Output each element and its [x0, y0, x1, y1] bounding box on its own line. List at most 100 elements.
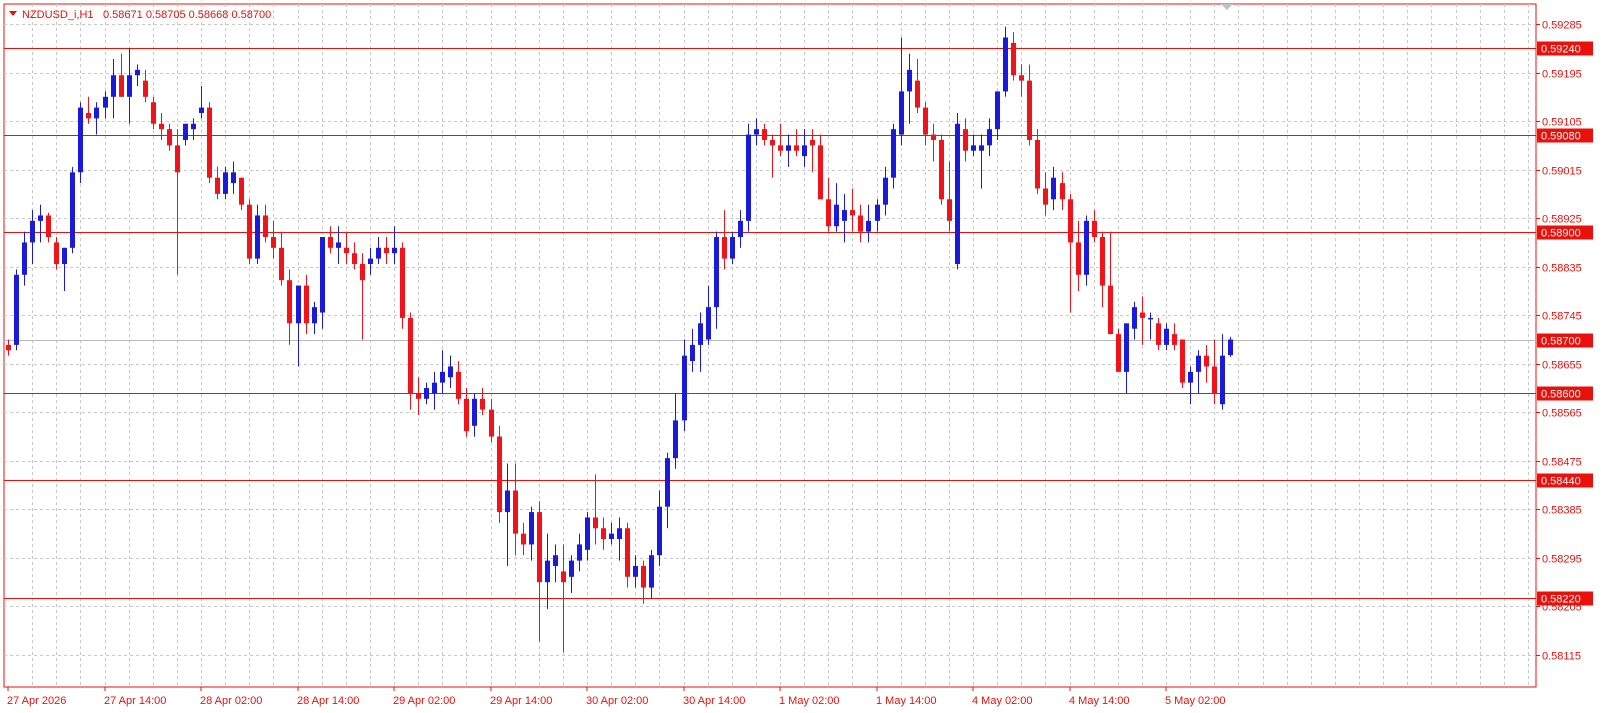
- time-tick-label: 1 May 14:00: [876, 695, 937, 707]
- candle: [633, 555, 638, 588]
- level-label: 0.59080: [1541, 131, 1581, 143]
- candle-body: [802, 145, 807, 157]
- candle-body: [770, 139, 775, 146]
- candle-body: [175, 145, 180, 173]
- candle-body: [883, 177, 888, 205]
- candle-body: [939, 139, 944, 200]
- candle-body: [30, 220, 35, 243]
- candle-body: [344, 247, 349, 254]
- candle: [143, 69, 148, 103]
- candle-body: [569, 560, 574, 577]
- candle-body: [1116, 334, 1121, 372]
- candle-body: [448, 366, 453, 378]
- price-chart[interactable]: 0.59285 0.59195 0.59105 0.59015 0.58925 0.588…: [0, 0, 1601, 713]
- candle-body: [730, 237, 735, 259]
- current-price-label: 0.58700: [1541, 336, 1581, 348]
- candle: [875, 199, 880, 232]
- time-tick-label: 4 May 02:00: [972, 695, 1033, 707]
- candle: [111, 59, 116, 119]
- candle-body: [400, 247, 405, 318]
- candle-body: [1092, 220, 1097, 238]
- candle-body: [601, 528, 606, 540]
- time-tick-label: 30 Apr 02:00: [586, 695, 648, 707]
- candle-body: [38, 215, 43, 221]
- candle-body: [1019, 75, 1024, 81]
- candle: [1148, 312, 1153, 340]
- candle: [167, 123, 172, 151]
- chart-shift-marker-icon[interactable]: [1221, 4, 1233, 10]
- candle: [22, 231, 27, 286]
- candle: [1043, 172, 1048, 216]
- candle-body: [127, 75, 132, 97]
- candle-body: [706, 307, 711, 340]
- candle-body: [722, 237, 727, 259]
- candle: [569, 555, 574, 593]
- candle: [231, 161, 236, 194]
- candle-body: [521, 533, 526, 545]
- candle-body: [818, 145, 823, 200]
- time-tick-label: 29 Apr 02:00: [393, 695, 455, 707]
- candle: [641, 560, 646, 604]
- candle-body: [1220, 355, 1225, 405]
- candle-body: [931, 134, 936, 140]
- candle-body: [207, 107, 212, 178]
- candle-body: [826, 199, 831, 227]
- candle: [263, 204, 268, 243]
- candle: [730, 231, 735, 264]
- candle: [472, 393, 477, 437]
- candle-body: [143, 80, 148, 97]
- candle-body: [231, 172, 236, 184]
- candle-body: [54, 242, 59, 264]
- candle-body: [6, 344, 11, 351]
- candle: [625, 522, 630, 588]
- candle-body: [947, 199, 952, 221]
- candle-body: [1188, 371, 1193, 383]
- candle: [1124, 323, 1129, 394]
- dropdown-triangle-icon[interactable]: [9, 11, 17, 16]
- price-tick-label: 0.59195: [1542, 69, 1582, 81]
- candle-body: [995, 91, 1000, 130]
- horizontal-levels[interactable]: [4, 48, 1536, 599]
- candle: [931, 123, 936, 162]
- candle: [46, 212, 51, 243]
- candle: [585, 512, 590, 561]
- candle-body: [875, 204, 880, 221]
- candle: [352, 242, 357, 270]
- candle: [279, 231, 284, 286]
- candle: [304, 274, 309, 335]
- candle-body: [746, 134, 751, 221]
- candle-body: [529, 512, 534, 545]
- candle-body: [1100, 237, 1105, 286]
- candle-body: [593, 517, 598, 529]
- candle-body: [915, 80, 920, 108]
- candle: [521, 522, 526, 556]
- candle: [1084, 215, 1089, 286]
- candle: [1196, 350, 1201, 394]
- candle-body: [46, 215, 51, 238]
- price-tick-label: 0.58745: [1542, 311, 1582, 323]
- candle-body: [1228, 339, 1233, 356]
- candle: [778, 123, 783, 157]
- candle-body: [1132, 307, 1137, 329]
- candle-body: [472, 398, 477, 426]
- candle-body: [1148, 317, 1153, 320]
- candle: [746, 123, 751, 232]
- candle: [440, 350, 445, 394]
- candle-body: [641, 566, 646, 588]
- time-tick-label: 27 Apr 14:00: [104, 695, 166, 707]
- candle: [1140, 296, 1145, 345]
- candle: [247, 199, 252, 264]
- candle-body: [103, 96, 108, 108]
- candle: [537, 501, 542, 642]
- candle: [971, 134, 976, 157]
- candle-body: [78, 107, 83, 173]
- candle: [408, 312, 413, 410]
- candle: [1108, 231, 1113, 335]
- candle: [545, 533, 550, 610]
- candle: [826, 177, 831, 232]
- candle: [850, 188, 855, 232]
- price-axis: 0.59285 0.59195 0.59105 0.59015 0.58925 0.588…: [1536, 20, 1593, 663]
- price-tick-label: 0.58565: [1542, 408, 1582, 420]
- candle-body: [1156, 323, 1161, 345]
- candle: [1228, 336, 1233, 357]
